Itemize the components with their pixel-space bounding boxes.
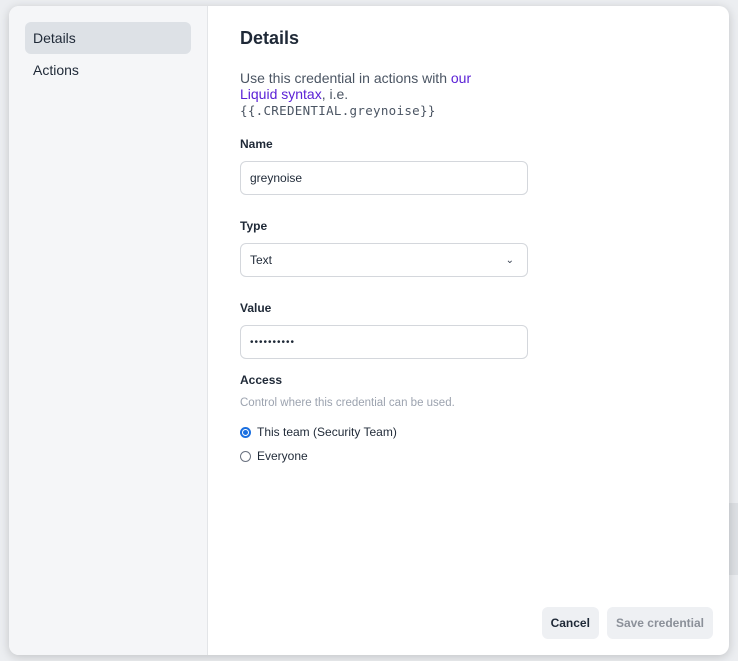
backdrop-panel-edge [728, 503, 738, 575]
modal-sidebar: Details Actions [9, 6, 208, 655]
modal-footer: Cancel Save credential [541, 607, 713, 639]
access-option-label: Everyone [257, 449, 308, 463]
access-field-group: Access Control where this credential can… [240, 373, 729, 468]
liquid-code-example: {{.CREDENTIAL.greynoise}} [240, 103, 436, 118]
access-option-this-team[interactable]: This team (Security Team) [240, 420, 729, 444]
type-field-group: Type Text ⌄ [240, 219, 729, 277]
value-input[interactable]: •••••••••• [240, 325, 528, 359]
type-select-value: Text [250, 253, 273, 267]
sidebar-item-actions[interactable]: Actions [25, 54, 191, 86]
radio-unchecked-icon[interactable] [240, 450, 251, 462]
access-label: Access [240, 373, 283, 387]
intro-prefix: Use this credential in actions with [240, 70, 451, 86]
value-label: Value [240, 301, 272, 315]
type-label: Type [240, 219, 268, 233]
name-input[interactable]: greynoise [240, 161, 528, 195]
modal-main: Details Use this credential in actions w… [208, 6, 729, 655]
value-input-masked: •••••••••• [250, 336, 296, 348]
value-field-group: Value •••••••••• [240, 301, 729, 359]
access-option-everyone[interactable]: Everyone [240, 444, 729, 468]
access-help-text: Control where this credential can be use… [240, 397, 455, 409]
name-label: Name [240, 137, 273, 151]
name-field-group: Name greynoise [240, 137, 729, 195]
radio-checked-icon[interactable] [240, 426, 251, 438]
credential-modal: Details Actions Details Use this credent… [9, 6, 729, 655]
save-credential-button[interactable]: Save credential [606, 607, 713, 639]
intro-suffix: , i.e. [321, 86, 349, 102]
type-select[interactable]: Text ⌄ [240, 243, 528, 277]
access-option-label: This team (Security Team) [257, 425, 397, 439]
page-title: Details [240, 28, 300, 48]
chevron-down-icon: ⌄ [505, 254, 514, 266]
sidebar-item-details[interactable]: Details [25, 22, 191, 54]
name-input-value: greynoise [250, 171, 303, 185]
cancel-button[interactable]: Cancel [541, 607, 599, 639]
intro-text: Use this credential in actions with our … [240, 70, 480, 119]
